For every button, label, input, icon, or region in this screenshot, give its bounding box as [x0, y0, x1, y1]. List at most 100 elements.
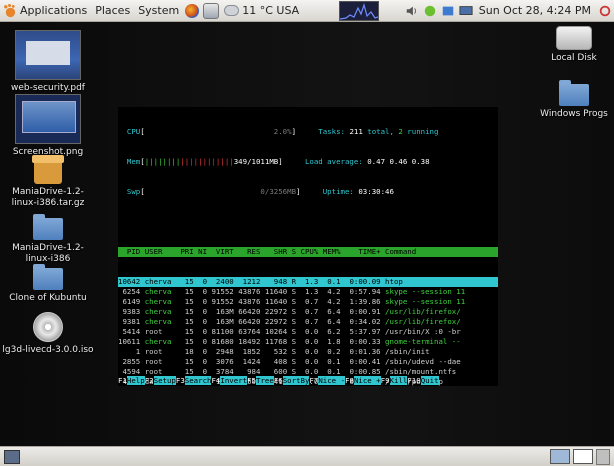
fkey-label[interactable]: Invert — [220, 376, 248, 385]
process-cell: 0.7 — [300, 317, 323, 326]
fkey-f9[interactable]: F9 — [381, 376, 390, 385]
column-header-user[interactable]: USER — [145, 247, 181, 257]
fkey-f5[interactable]: F5 — [247, 376, 256, 385]
power-icon[interactable] — [598, 4, 612, 18]
fkey-f2[interactable]: F2 — [145, 376, 154, 385]
process-cell: 4.2 — [322, 297, 345, 306]
column-header-virt[interactable]: VIRT — [211, 247, 238, 257]
process-row[interactable]: 6149 cherva 15 0 91552 43876 11640 S 0.7… — [118, 297, 498, 307]
process-cell: 948 — [264, 277, 292, 286]
process-row[interactable]: 9381 cherva 15 0 163M 66420 22972 S 0.7 … — [118, 317, 498, 327]
process-cell: 6149 — [118, 297, 145, 306]
process-cell: 11640 — [264, 297, 292, 306]
desktop-icon-lg3d-livecd-iso[interactable]: lg3d-livecd-3.0.0.iso — [0, 312, 96, 356]
process-cell: 6.4 — [322, 307, 345, 316]
process-row[interactable]: 10642 cherva 15 0 2400 1212 948 R 1.3 0.… — [118, 277, 498, 287]
fkey-f7[interactable]: F7 — [309, 376, 318, 385]
fkey-label[interactable]: Tree — [256, 376, 274, 385]
top-panel: Applications Places System 11 °C USA Sun… — [0, 0, 614, 22]
workspace-switcher — [547, 448, 614, 465]
fkey-label[interactable]: Nice + — [353, 376, 381, 385]
desktop-icon-maniadrive-folder[interactable]: ManiaDrive-1.2-linux-i386 — [0, 214, 96, 265]
fkey-label[interactable]: Kill — [389, 376, 408, 385]
column-header-s[interactable]: S — [292, 247, 301, 257]
process-cell: /sbin/init — [385, 347, 430, 356]
fkey-f6[interactable]: F6 — [274, 376, 283, 385]
process-cell: 0:57.94 — [345, 287, 386, 296]
column-header-shr[interactable]: SHR — [265, 247, 292, 257]
column-header-command[interactable]: Command — [385, 247, 416, 257]
htop-terminal[interactable]: CPU[ 2.0%] Tasks: 211 total, 2 running M… — [118, 107, 498, 386]
bottom-panel — [0, 446, 614, 466]
process-cell: 163M — [211, 317, 239, 326]
display-icon[interactable] — [459, 4, 473, 18]
desktop-icon-label: Windows Progs — [540, 109, 608, 119]
column-header-ni[interactable]: NI — [198, 247, 211, 257]
fkey-label[interactable]: Search — [184, 376, 212, 385]
process-cell: S — [291, 297, 301, 306]
desktop-icon-clone-of-kubuntu[interactable]: Clone of Kubuntu — [0, 264, 96, 304]
swp-value: 0/3256MB — [260, 187, 297, 196]
desktop-icon-local-disk[interactable]: Local Disk — [526, 26, 614, 64]
clock[interactable]: Sun Oct 28, 4:24 PM — [479, 4, 591, 17]
system-monitor-graph[interactable] — [339, 0, 380, 21]
fkey-label[interactable]: Quit — [420, 376, 439, 385]
fkey-label[interactable]: Nice - — [318, 376, 346, 385]
process-cell: root — [144, 367, 181, 376]
process-cell: 0 — [198, 367, 212, 376]
fkey-f1[interactable]: F1 — [118, 376, 127, 385]
show-desktop-icon[interactable] — [4, 449, 20, 464]
column-header-mem[interactable]: MEM% — [323, 247, 345, 257]
fkey-f3[interactable]: F3 — [176, 376, 185, 385]
gnome-foot-icon — [4, 3, 16, 18]
process-cell: 0:01.36 — [345, 347, 386, 356]
desktop-icon-screenshot-png[interactable]: Screenshot.png — [0, 94, 96, 158]
fkey-label[interactable]: Setup — [153, 376, 176, 385]
process-cell: 0 — [198, 327, 212, 336]
firefox-launcher-icon[interactable] — [185, 3, 200, 18]
applications-menu[interactable]: Applications — [0, 0, 91, 22]
desktop-icon-maniadrive-targz[interactable]: ManiaDrive-1.2-linux-i386.tar.gz — [0, 155, 96, 209]
process-cell: 10642 — [118, 277, 145, 286]
fkey-f8[interactable]: F8 — [345, 376, 354, 385]
system-menu[interactable]: System — [134, 0, 183, 22]
mem-value: 349/1011MB — [233, 157, 279, 166]
process-row[interactable]: 2855 root 15 0 3076 1424 408 S 0.0 0.1 0… — [118, 357, 498, 367]
update-notifier-icon[interactable] — [441, 4, 455, 18]
workspace-2[interactable] — [573, 449, 593, 464]
process-cell: 0 — [198, 277, 212, 286]
column-header-pri[interactable]: PRI — [180, 247, 198, 257]
fkey-label[interactable]: Help — [126, 376, 145, 385]
column-header-cpu[interactable]: CPU% — [301, 247, 323, 257]
column-header-pid[interactable]: PID — [118, 247, 145, 257]
desktop-icon-label: lg3d-livecd-3.0.0.iso — [2, 345, 94, 355]
desktop-icon-web-security-pdf[interactable]: web-security.pdf — [0, 30, 96, 94]
fkey-f10[interactable]: F10 — [407, 376, 420, 385]
process-cell: cherva — [144, 277, 181, 286]
mail-launcher-icon[interactable] — [203, 2, 220, 19]
process-cell: 1212 — [238, 277, 265, 286]
desktop-icon-windows-progs[interactable]: Windows Progs — [526, 80, 614, 120]
process-row[interactable]: 10611 cherva 15 0 81680 18492 11768 S 0.… — [118, 337, 498, 347]
weather-applet[interactable]: 11 °C USA — [224, 4, 299, 17]
column-header-res[interactable]: RES — [238, 247, 265, 257]
process-row[interactable]: 1 root 18 0 2948 1852 532 S 0.0 0.2 0:01… — [118, 347, 498, 357]
process-row[interactable]: 5414 root 15 0 81100 63764 10264 S 0.0 6… — [118, 327, 498, 337]
fkey-label[interactable]: SortBy — [282, 376, 310, 385]
workspace-1[interactable] — [550, 449, 570, 464]
network-icon[interactable] — [423, 4, 437, 18]
process-row[interactable]: 6254 cherva 15 0 91552 43876 11640 S 1.3… — [118, 287, 498, 297]
tasks-total: 211 — [349, 127, 363, 136]
process-cell: 0.0 — [300, 367, 323, 376]
process-row[interactable]: 9383 cherva 15 0 163M 66420 22972 S 0.7 … — [118, 307, 498, 317]
desktop-icon-label: ManiaDrive-1.2-linux-i386.tar.gz — [11, 187, 85, 208]
column-header-time[interactable]: TIME+ — [345, 247, 385, 257]
trash-icon[interactable] — [596, 448, 610, 465]
volume-icon[interactable] — [405, 4, 419, 18]
process-cell: S — [291, 307, 301, 316]
process-cell: 18492 — [238, 337, 265, 346]
package-icon — [32, 155, 64, 184]
places-menu[interactable]: Places — [91, 0, 134, 22]
process-table-header[interactable]: PID USER PRI NI VIRT RES SHR S CPU% MEM%… — [118, 247, 498, 257]
